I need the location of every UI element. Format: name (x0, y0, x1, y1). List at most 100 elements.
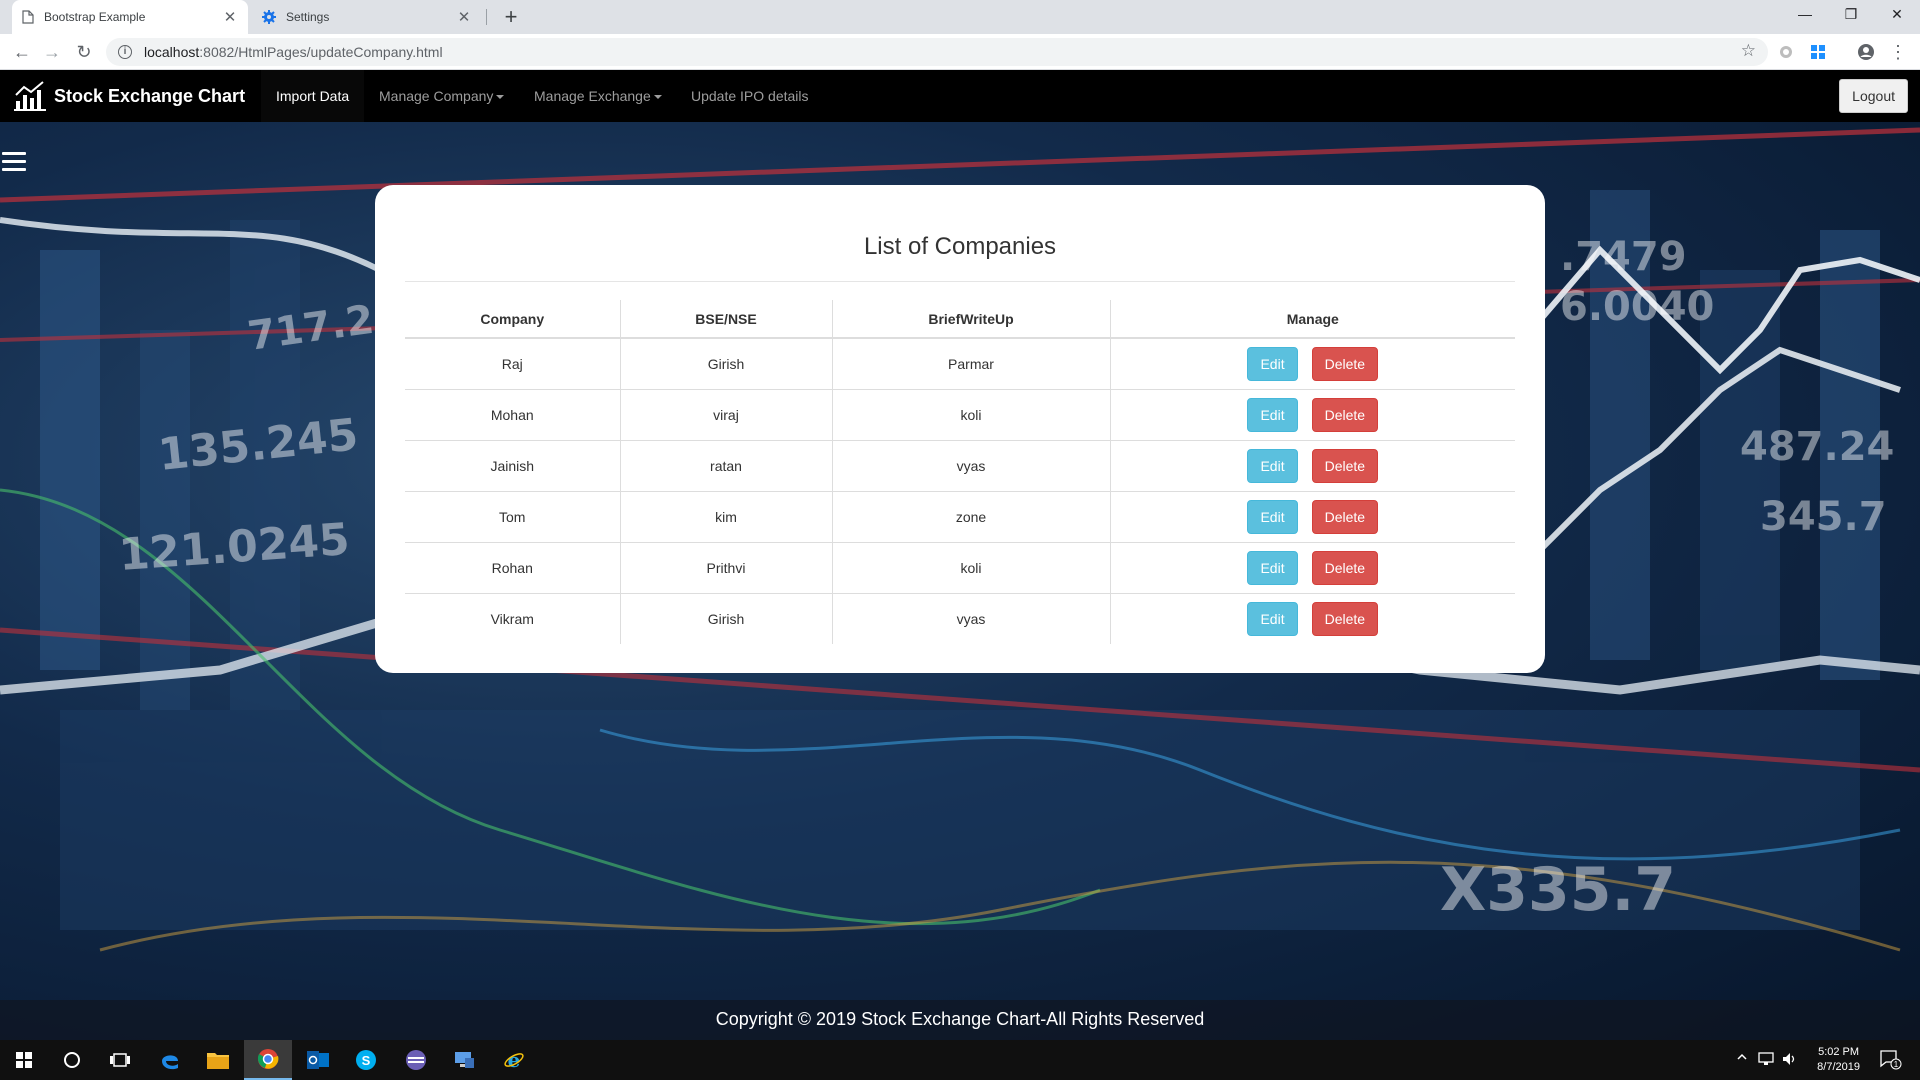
page-title: List of Companies (863, 233, 1057, 260)
close-icon[interactable]: ✕ (456, 8, 472, 26)
svg-text:487.24: 487.24 (1740, 424, 1894, 470)
volume-icon[interactable] (1782, 1052, 1798, 1080)
table-row: Mohan viraj koli Edit Delete (405, 388, 1515, 440)
svg-text:6.0040: 6.0040 (1560, 284, 1714, 330)
browser-menu-icon[interactable]: ⋮ (1884, 38, 1912, 66)
windows-extension-icon[interactable] (1808, 42, 1828, 62)
site-footer: Copyright © 2019 Stock Exchange Chart-Al… (0, 1000, 1920, 1040)
edit-button[interactable]: Edit (1247, 448, 1298, 483)
company-cell: Jainish (405, 439, 621, 491)
taskbar-clock[interactable]: 5:02 PM 8/7/2019 (1817, 1045, 1860, 1075)
svg-text:345.7: 345.7 (1760, 494, 1887, 540)
briefwriteup-cell: koli (832, 541, 1111, 593)
new-tab-button[interactable]: + (498, 4, 524, 30)
nav-manage-exchange[interactable]: Manage Exchange (519, 70, 677, 122)
restore-button[interactable]: ❐ (1828, 0, 1874, 30)
nav-import-data[interactable]: Import Data (261, 70, 365, 122)
chrome-icon[interactable] (244, 1040, 292, 1080)
table-row: Jainish ratan vyas Edit Delete (405, 439, 1515, 491)
bookmark-star-icon[interactable]: ☆ (1741, 41, 1756, 61)
svg-text:e: e (508, 1049, 521, 1071)
minimize-button[interactable]: — (1782, 0, 1828, 30)
site-navbar: Stock Exchange Chart Import Data Manage … (0, 70, 1920, 122)
nav-link-label: Import Data (276, 88, 350, 104)
tab-bootstrap-example[interactable]: Bootstrap Example ✕ (12, 0, 248, 34)
url-host: localhost (144, 44, 200, 60)
url-text: localhost:8082/HtmlPages/updateCompany.h… (144, 44, 443, 60)
bse-nse-cell: Girish (620, 338, 833, 389)
edit-button[interactable]: Edit (1247, 397, 1298, 432)
svg-text:.7479: .7479 (1560, 234, 1687, 280)
gear-icon (262, 10, 276, 24)
bse-nse-cell: Prithvi (620, 541, 833, 593)
address-bar[interactable]: i localhost:8082/HtmlPages/updateCompany… (106, 38, 1768, 66)
edit-button[interactable]: Edit (1247, 499, 1298, 534)
briefwriteup-cell: Parmar (832, 338, 1111, 389)
show-hidden-icons-chevron-icon[interactable] (1736, 1051, 1748, 1080)
delete-button[interactable]: Delete (1311, 346, 1379, 381)
extension-circle-icon[interactable] (1776, 42, 1796, 62)
svg-text:S: S (362, 1053, 371, 1068)
nav-manage-company[interactable]: Manage Company (364, 70, 519, 122)
browser-toolbar: ← → ↻ i localhost:8082/HtmlPages/updateC… (0, 34, 1920, 70)
info-icon[interactable]: i (118, 45, 132, 59)
table-row: Raj Girish Parmar Edit Delete (405, 338, 1515, 389)
windows-start-icon[interactable] (0, 1040, 48, 1080)
close-window-button[interactable]: ✕ (1874, 0, 1920, 30)
forward-icon[interactable]: → (38, 38, 66, 66)
copyright-text: Copyright © 2019 Stock Exchange Chart-Al… (715, 1009, 1205, 1029)
task-view-icon[interactable] (96, 1040, 144, 1080)
edit-button[interactable]: Edit (1247, 346, 1298, 381)
bse-nse-cell: ratan (620, 439, 833, 491)
edit-button[interactable]: Edit (1247, 550, 1298, 585)
reload-icon[interactable]: ↻ (70, 38, 98, 66)
chart-logo-icon (14, 81, 46, 111)
logout-button[interactable]: Logout (1839, 79, 1908, 113)
delete-button[interactable]: Delete (1311, 448, 1379, 483)
briefwriteup-cell: koli (832, 388, 1111, 440)
tab-label: Settings (286, 10, 330, 24)
notification-count: 1 (1894, 1060, 1899, 1069)
remote-desktop-icon[interactable] (440, 1040, 488, 1080)
outlook-icon[interactable] (294, 1040, 342, 1080)
bse-nse-cell: viraj (620, 388, 833, 440)
bse-nse-cell: Girish (620, 592, 833, 644)
skype-icon[interactable]: S (342, 1040, 390, 1080)
windows-taskbar: S e 5:02 PM 8/7/2019 1 (0, 1040, 1920, 1080)
edge-browser-icon[interactable] (146, 1040, 194, 1080)
delete-button[interactable]: Delete (1311, 601, 1379, 636)
close-icon[interactable]: ✕ (222, 8, 238, 26)
nav-link-label: Manage Company (379, 88, 494, 104)
companies-table: Company BSE/NSE BriefWriteUp Manage Raj G… (405, 300, 1515, 644)
column-header-company: Company (405, 300, 621, 339)
delete-button[interactable]: Delete (1311, 397, 1379, 432)
cortana-search-icon[interactable] (48, 1040, 96, 1080)
caret-down-icon (653, 95, 662, 100)
title-divider (405, 281, 1515, 282)
tab-label: Bootstrap Example (44, 10, 146, 24)
caret-down-icon (496, 95, 505, 100)
edit-button[interactable]: Edit (1247, 601, 1298, 636)
file-explorer-icon[interactable] (194, 1040, 242, 1080)
internet-explorer-icon[interactable]: e (490, 1040, 538, 1080)
brand[interactable]: Stock Exchange Chart (14, 76, 245, 116)
action-center-icon[interactable]: 1 (1880, 1050, 1902, 1080)
delete-button[interactable]: Delete (1311, 550, 1379, 585)
company-cell: Rohan (405, 541, 621, 593)
network-icon[interactable] (1758, 1052, 1774, 1080)
page-icon (22, 10, 34, 24)
app-stripes-icon[interactable] (392, 1040, 440, 1080)
company-cell: Tom (405, 490, 621, 542)
nav-update-ipo-details[interactable]: Update IPO details (676, 70, 824, 122)
tab-settings[interactable]: Settings ✕ (252, 0, 482, 34)
back-icon[interactable]: ← (8, 38, 36, 66)
column-header-briefwriteup: BriefWriteUp (832, 300, 1111, 339)
hamburger-menu-icon[interactable] (2, 152, 26, 174)
bse-nse-cell: kim (620, 490, 833, 542)
table-row: Rohan Prithvi koli Edit Delete (405, 541, 1515, 593)
profile-icon[interactable] (1856, 42, 1876, 62)
manage-cell: Edit Delete (1110, 592, 1515, 644)
company-cell: Raj (405, 338, 621, 389)
nav-link-label: Manage Exchange (534, 88, 651, 104)
delete-button[interactable]: Delete (1311, 499, 1379, 534)
